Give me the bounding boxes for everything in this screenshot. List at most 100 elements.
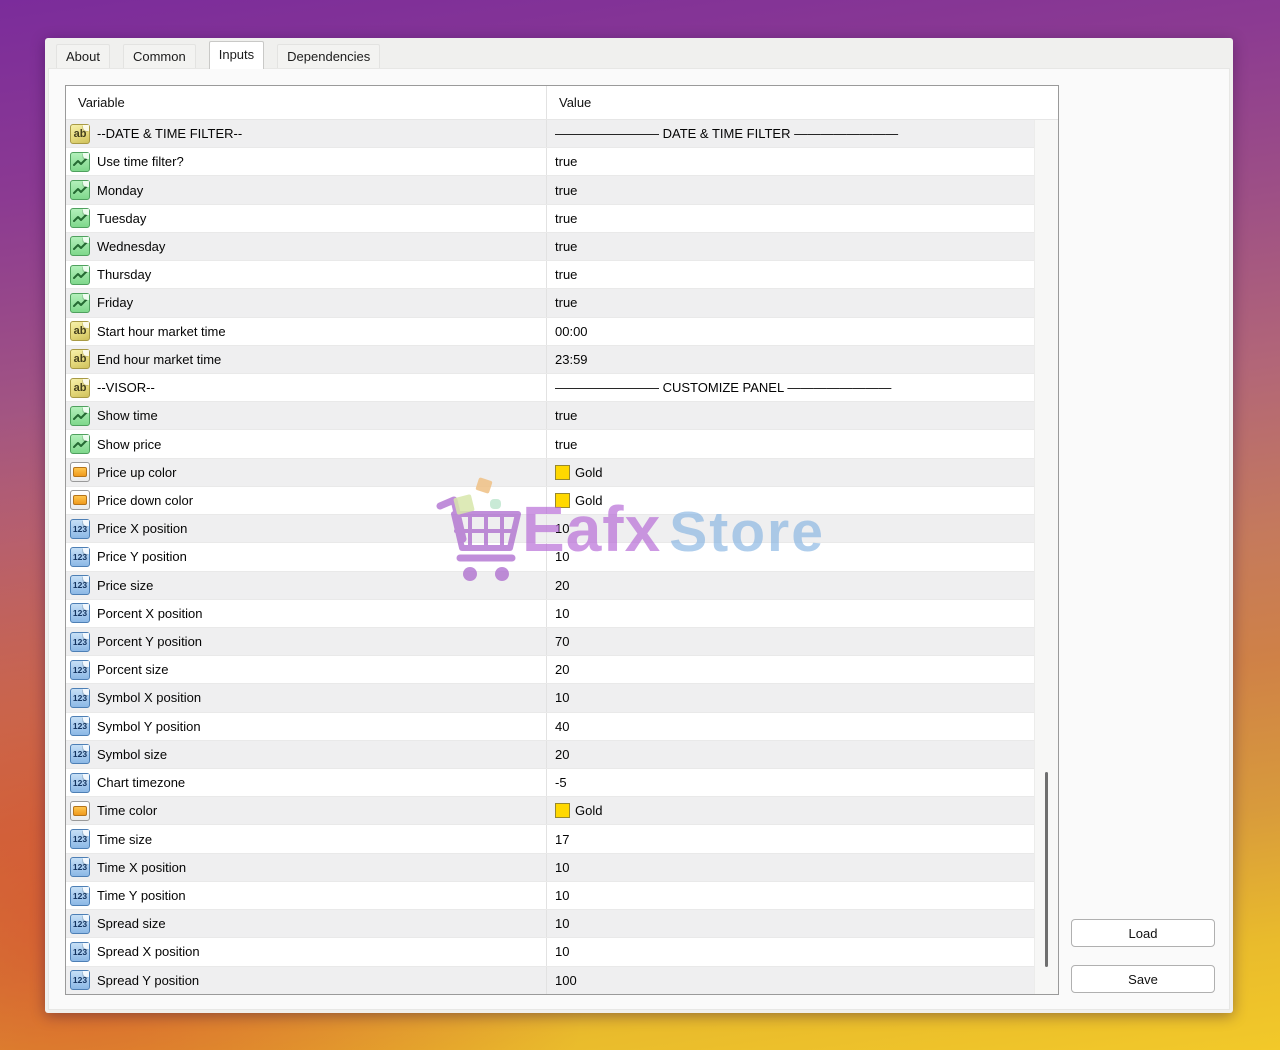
variable-label: Price Y position xyxy=(97,549,187,565)
table-row[interactable]: 123 Spread X position 10 xyxy=(66,938,1034,967)
table-row[interactable]: Show price true xyxy=(66,430,1034,459)
value-text: true xyxy=(555,154,578,170)
value-cell[interactable]: 10 xyxy=(546,599,1034,627)
value-cell[interactable]: ———————— DATE & TIME FILTER ———————— xyxy=(546,120,1034,148)
table-row[interactable]: Thursday true xyxy=(66,261,1034,290)
value-cell[interactable]: true xyxy=(546,261,1034,289)
value-cell[interactable]: 00:00 xyxy=(546,317,1034,345)
value-cell[interactable]: Gold xyxy=(546,797,1034,825)
value-text: 17 xyxy=(555,831,570,847)
value-cell[interactable]: 40 xyxy=(546,712,1034,740)
table-row[interactable]: 123 Porcent size 20 xyxy=(66,656,1034,685)
table-row[interactable]: 123 Porcent Y position 70 xyxy=(66,627,1034,657)
table-row[interactable]: Show time true xyxy=(66,402,1034,431)
table-row[interactable]: 123 Spread size 10 xyxy=(66,910,1034,939)
value-cell[interactable]: 20 xyxy=(546,571,1034,599)
variable-cell: Time color xyxy=(66,797,546,824)
value-text: 10 xyxy=(555,859,570,875)
column-header-variable[interactable]: Variable xyxy=(66,86,546,119)
value-cell[interactable]: 10 xyxy=(546,684,1034,712)
table-row[interactable]: 123 Symbol X position 10 xyxy=(66,684,1034,713)
value-cell[interactable]: -5 xyxy=(546,769,1034,797)
value-cell[interactable]: 10 xyxy=(546,853,1034,881)
value-cell[interactable]: 70 xyxy=(546,627,1034,656)
variable-label: Symbol X position xyxy=(97,690,202,706)
table-row[interactable]: 123 Time size 17 xyxy=(66,825,1034,854)
tab-dependencies[interactable]: Dependencies xyxy=(277,44,381,68)
123-badge-icon: 123 xyxy=(70,631,90,652)
load-button[interactable]: Load xyxy=(1071,919,1215,947)
123-badge-icon: 123 xyxy=(70,941,90,962)
table-row[interactable]: 123 Price X position 10 xyxy=(66,515,1034,544)
table-row[interactable]: Price down color Gold xyxy=(66,486,1034,516)
scrollbar-thumb[interactable] xyxy=(1045,772,1048,967)
table-row[interactable]: 123 Spread Y position 100 xyxy=(66,966,1034,994)
tab-about[interactable]: About xyxy=(56,44,110,68)
variable-label: Use time filter? xyxy=(97,154,184,170)
variable-cell: 123 Porcent Y position xyxy=(66,628,546,655)
table-row[interactable]: Friday true xyxy=(66,289,1034,318)
table-row[interactable]: ab Start hour market time 00:00 xyxy=(66,317,1034,346)
table-row[interactable]: 123 Price size 20 xyxy=(66,571,1034,600)
variable-label: Chart timezone xyxy=(97,775,186,791)
value-text: 00:00 xyxy=(555,323,588,339)
table-row[interactable]: 123 Porcent X position 10 xyxy=(66,599,1034,628)
table-row[interactable]: ab End hour market time 23:59 xyxy=(66,345,1034,374)
table-row[interactable]: Monday true xyxy=(66,176,1034,205)
value-cell[interactable]: Gold xyxy=(546,486,1034,515)
value-cell[interactable]: true xyxy=(546,148,1034,176)
variable-cell: 123 Price X position xyxy=(66,515,546,542)
checkmark-page-icon xyxy=(70,236,90,257)
value-cell[interactable]: true xyxy=(546,289,1034,317)
value-cell[interactable]: true xyxy=(546,176,1034,204)
value-cell[interactable]: ———————— CUSTOMIZE PANEL ———————— xyxy=(546,373,1034,402)
table-row[interactable]: 123 Price Y position 10 xyxy=(66,543,1034,572)
table-row[interactable]: Use time filter? true xyxy=(66,148,1034,177)
variable-label: Spread Y position xyxy=(97,972,200,988)
value-cell[interactable]: true xyxy=(546,204,1034,232)
table-row[interactable]: Tuesday true xyxy=(66,204,1034,233)
value-cell[interactable]: Gold xyxy=(546,458,1034,486)
value-cell[interactable]: 10 xyxy=(546,543,1034,571)
value-cell[interactable]: true xyxy=(546,402,1034,430)
variable-label: Price X position xyxy=(97,521,188,537)
value-cell[interactable]: 23:59 xyxy=(546,345,1034,373)
table-row[interactable]: 123 Time Y position 10 xyxy=(66,881,1034,911)
table-row[interactable]: Price up color Gold xyxy=(66,458,1034,487)
save-button[interactable]: Save xyxy=(1071,965,1215,993)
table-row[interactable]: 123 Time X position 10 xyxy=(66,853,1034,882)
value-cell[interactable]: true xyxy=(546,430,1034,458)
table-row[interactable]: ab --DATE & TIME FILTER-- ———————— DATE … xyxy=(66,120,1034,149)
tab-common[interactable]: Common xyxy=(122,44,196,68)
variable-cell: 123 Time Y position xyxy=(66,882,546,909)
value-cell[interactable]: 10 xyxy=(546,515,1034,543)
table-row[interactable]: 123 Symbol size 20 xyxy=(66,740,1034,770)
table-row[interactable]: Time color Gold xyxy=(66,797,1034,826)
table-row[interactable]: ab --VISOR-- ———————— CUSTOMIZE PANEL ——… xyxy=(66,373,1034,403)
value-cell[interactable]: 10 xyxy=(546,910,1034,938)
table-row[interactable]: Wednesday true xyxy=(66,232,1034,262)
value-text: 20 xyxy=(555,746,570,762)
variable-cell: Monday xyxy=(66,176,546,203)
table-scrollbar[interactable] xyxy=(1034,120,1058,994)
value-cell[interactable]: 10 xyxy=(546,881,1034,910)
variable-cell: 123 Porcent X position xyxy=(66,600,546,627)
value-text: 10 xyxy=(555,521,570,537)
value-cell[interactable]: 100 xyxy=(546,966,1034,994)
123-badge-icon: 123 xyxy=(70,546,90,567)
column-header-value[interactable]: Value xyxy=(546,86,1058,119)
value-cell[interactable]: 10 xyxy=(546,938,1034,966)
value-cell[interactable]: 20 xyxy=(546,656,1034,684)
value-text: 10 xyxy=(555,944,570,960)
tab-inputs[interactable]: Inputs xyxy=(208,41,265,69)
value-cell[interactable]: true xyxy=(546,232,1034,261)
value-text: Gold xyxy=(575,464,603,480)
value-cell[interactable]: 20 xyxy=(546,740,1034,769)
123-badge-icon: 123 xyxy=(70,772,90,793)
value-cell[interactable]: 17 xyxy=(546,825,1034,853)
variable-cell: Use time filter? xyxy=(66,148,546,175)
table-row[interactable]: 123 Chart timezone -5 xyxy=(66,769,1034,798)
123-badge-icon: 123 xyxy=(70,603,90,624)
table-row[interactable]: 123 Symbol Y position 40 xyxy=(66,712,1034,741)
value-text: 23:59 xyxy=(555,351,588,367)
